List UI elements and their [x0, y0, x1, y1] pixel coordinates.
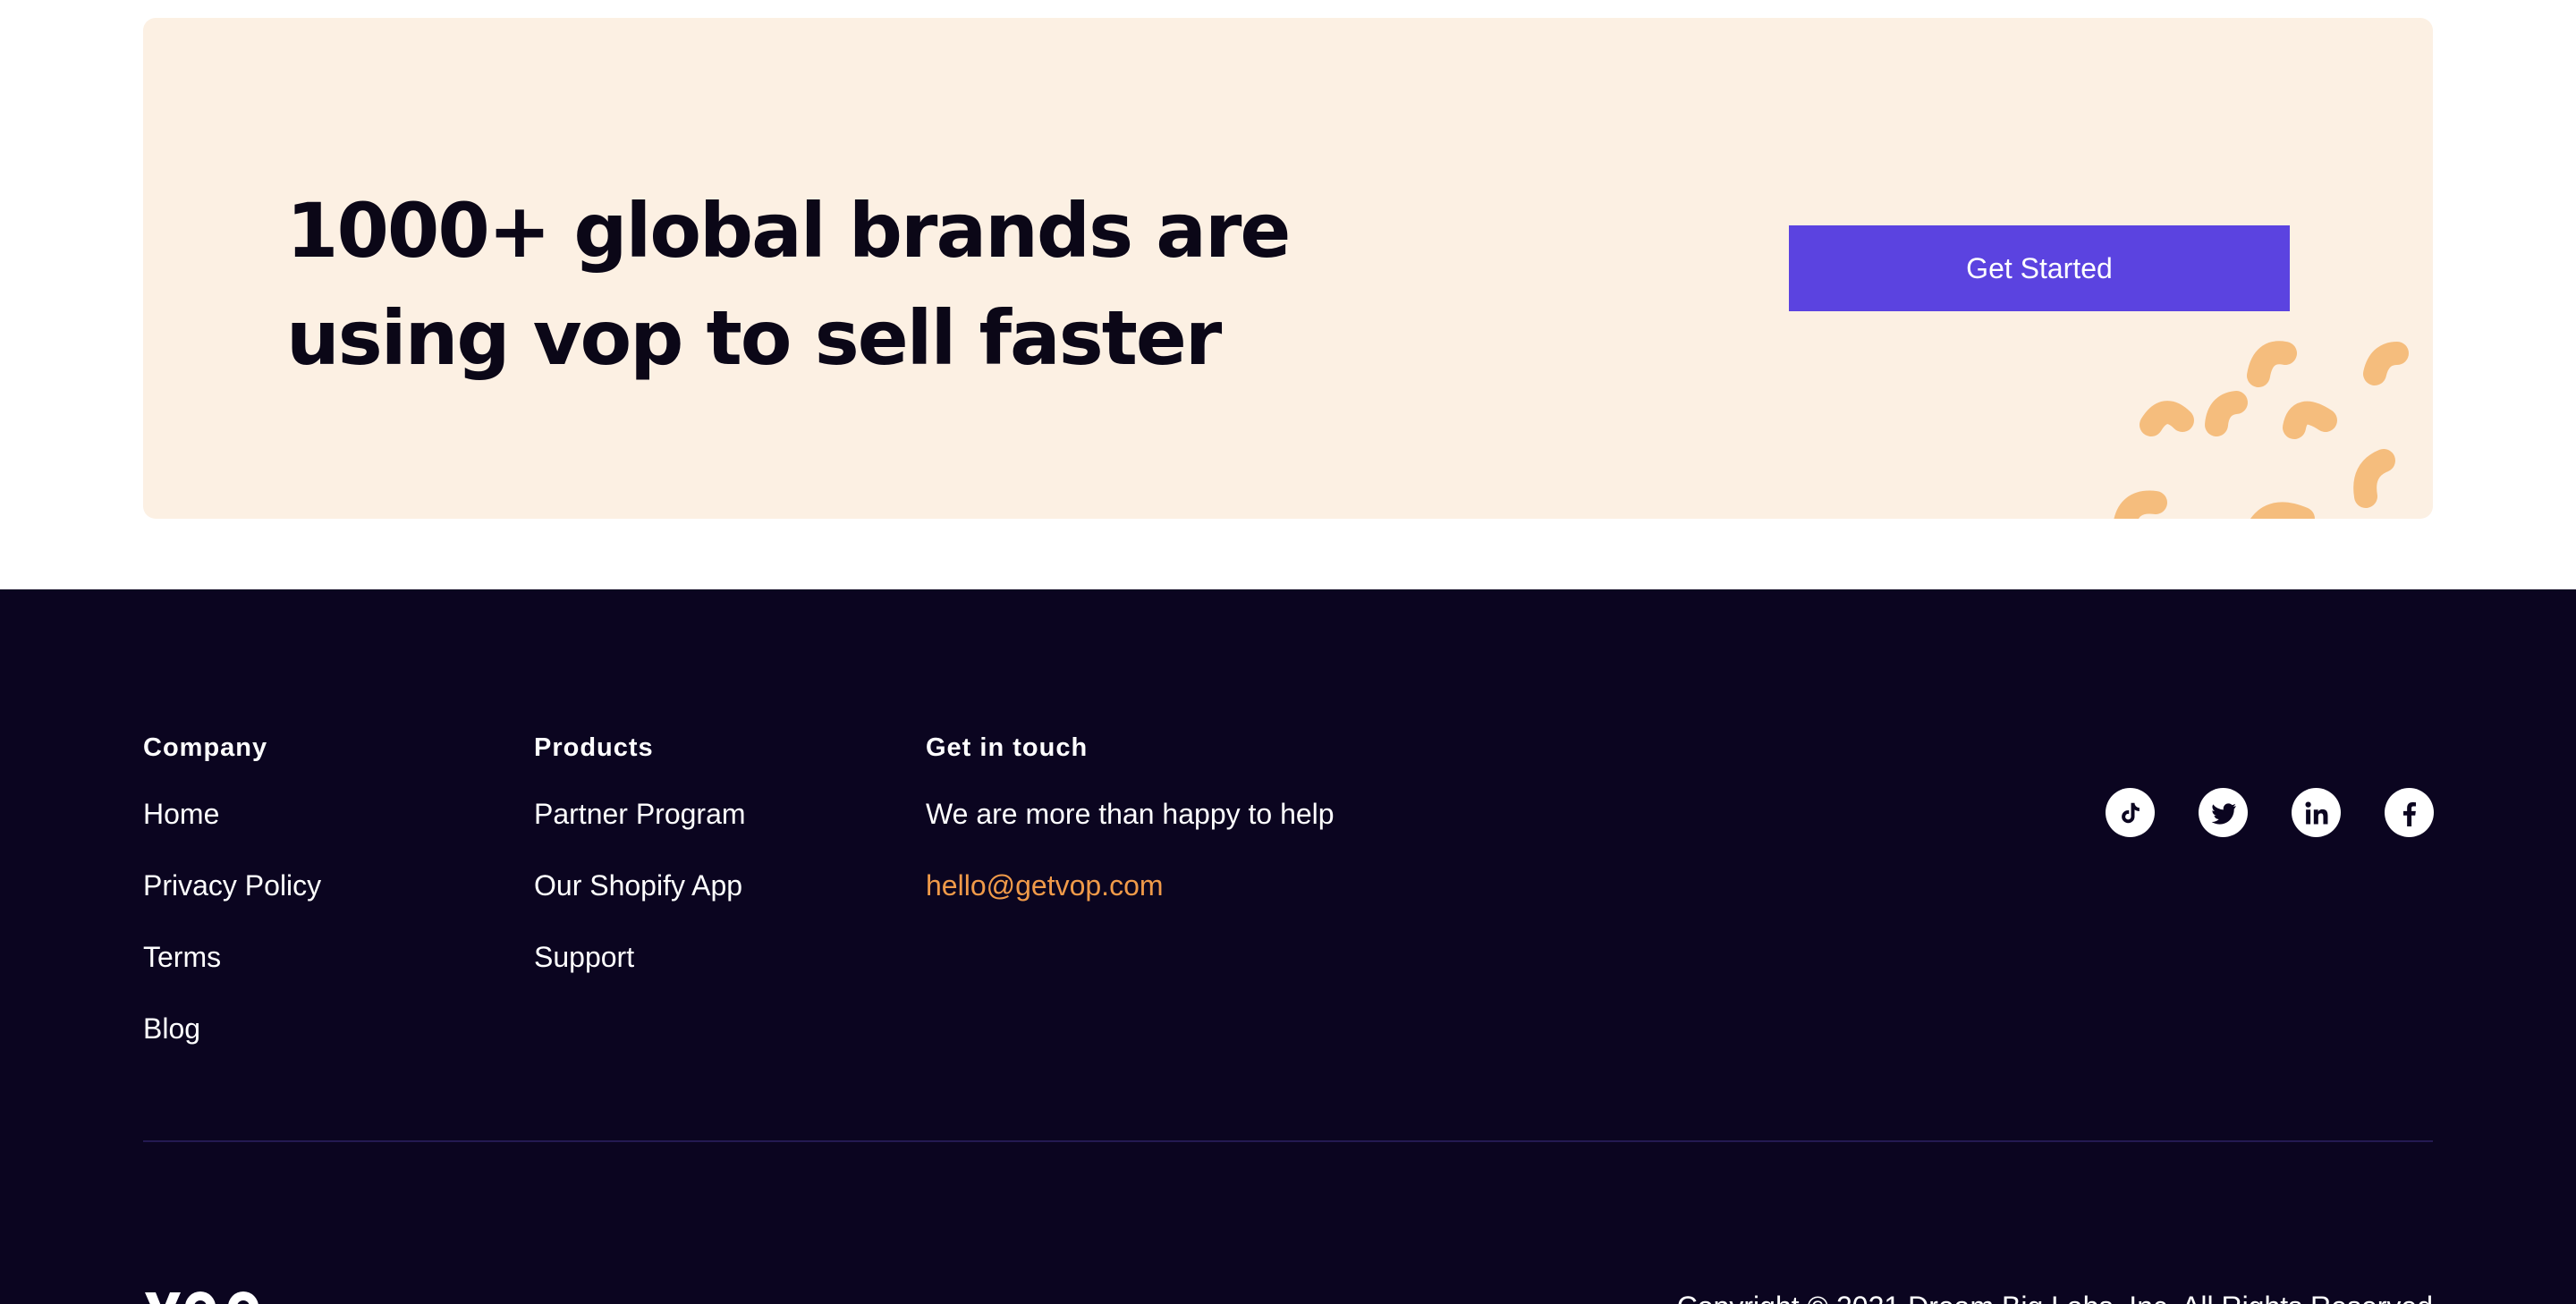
vop-logo-mark	[145, 1291, 258, 1304]
footer-link-partner-program[interactable]: Partner Program	[534, 797, 746, 868]
contact-email-link[interactable]: hello@getvop.com	[926, 868, 1335, 940]
contact-text: We are more than happy to help	[926, 798, 1335, 830]
cta-heading: 1000+ global brands are using vop to sel…	[286, 177, 1360, 392]
social-links	[2106, 788, 2434, 837]
copyright-text: Copyright © 2021 Dream Big Labs, Inc. Al…	[1677, 1291, 2433, 1304]
footer-link-support[interactable]: Support	[534, 940, 746, 1012]
footer-link-terms[interactable]: Terms	[143, 940, 321, 1012]
linkedin-icon	[2305, 801, 2327, 824]
column-heading-products: Products	[534, 733, 654, 762]
cta-heading-line-1: 1000+ global brands are	[286, 187, 1291, 275]
footer-link-home[interactable]: Home	[143, 797, 321, 868]
footer-column-products: Products Partner Program Our Shopify App…	[534, 732, 746, 1012]
tiktok-icon	[2121, 802, 2140, 823]
cta-banner: 1000+ global brands are using vop to sel…	[143, 18, 2433, 519]
column-heading-contact: Get in touch	[926, 733, 1089, 762]
footer-divider	[143, 1140, 2433, 1142]
facebook-link[interactable]	[2385, 788, 2434, 837]
column-heading-company: Company	[143, 733, 268, 762]
twitter-icon	[2211, 802, 2236, 825]
get-started-button[interactable]: Get Started	[1789, 225, 2290, 311]
vop-logo[interactable]	[143, 1285, 268, 1304]
cta-heading-line-2: using vop to sell faster	[286, 294, 1222, 382]
twitter-link[interactable]	[2199, 788, 2248, 837]
footer-column-company: Company Home Privacy Policy Terms Blog	[143, 732, 321, 1083]
linkedin-link[interactable]	[2292, 788, 2341, 837]
tiktok-link[interactable]	[2106, 788, 2155, 837]
footer-link-shopify-app[interactable]: Our Shopify App	[534, 868, 746, 940]
footer-column-contact: Get in touch We are more than happy to h…	[926, 732, 1335, 940]
facebook-icon	[2402, 801, 2416, 826]
site-footer: Company Home Privacy Policy Terms Blog P…	[0, 589, 2576, 1304]
footer-link-blog[interactable]: Blog	[143, 1012, 321, 1083]
footer-link-privacy-policy[interactable]: Privacy Policy	[143, 868, 321, 940]
